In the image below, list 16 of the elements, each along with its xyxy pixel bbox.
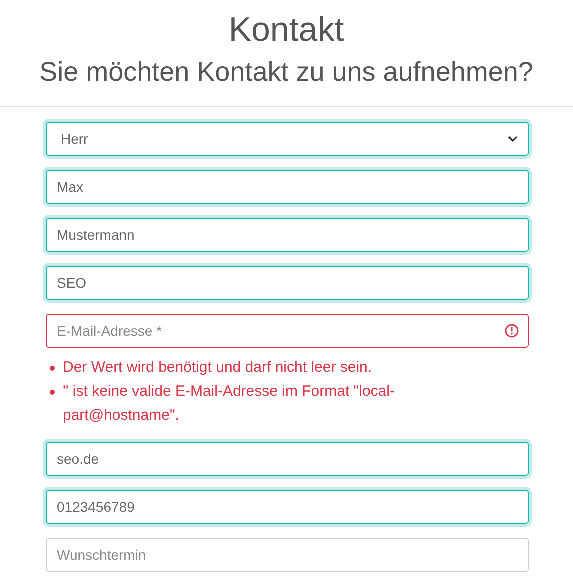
page-subtitle: Sie möchten Kontakt zu uns aufnehmen? bbox=[38, 56, 534, 89]
error-icon bbox=[505, 324, 519, 338]
input-field[interactable]: Max bbox=[46, 170, 529, 204]
input-field[interactable]: Wunschtermin bbox=[46, 538, 529, 572]
salutation-select[interactable]: Herr bbox=[46, 122, 529, 156]
input-field[interactable]: E-Mail-Adresse * bbox=[46, 314, 529, 348]
bullet-icon bbox=[50, 390, 55, 395]
caret-icon bbox=[508, 136, 518, 142]
input-field[interactable]: seo.de bbox=[46, 442, 529, 476]
bullet-icon bbox=[50, 366, 55, 371]
error-message: '' ist keine valide E-Mail-Adresse im Format "local-part@hostname". bbox=[63, 382, 396, 426]
error-message: Der Wert wird benötigt und darf nicht leer sein. bbox=[63, 358, 372, 378]
input-field[interactable]: 0123456789 bbox=[46, 490, 529, 524]
input-field[interactable]: SEO bbox=[46, 266, 529, 300]
input-field[interactable]: Mustermann bbox=[46, 218, 529, 252]
page-title: Kontakt bbox=[228, 10, 346, 51]
